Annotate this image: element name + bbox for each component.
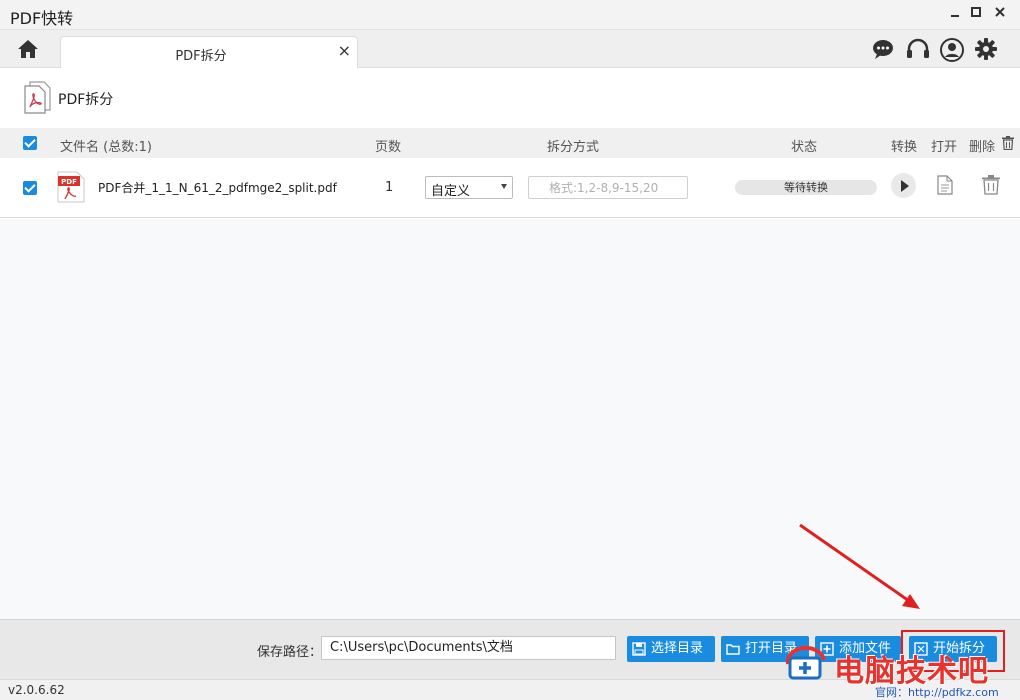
close-window-button[interactable] — [991, 6, 1009, 24]
folder-icon — [726, 644, 740, 655]
col-status: 状态 — [791, 140, 818, 155]
title-bar: PDF快转 — [0, 0, 1020, 30]
svg-text:PDF: PDF — [61, 178, 77, 186]
maximize-icon — [971, 7, 981, 17]
trash-icon[interactable] — [982, 175, 1000, 195]
page-header: PDF拆分 — [0, 68, 1020, 128]
save-path-field[interactable]: C:\Users\pc\Documents\文档 — [321, 636, 616, 660]
settings-button[interactable] — [975, 38, 997, 60]
tab-bar: PDF拆分 × — [0, 30, 1020, 68]
select-dir-button[interactable]: 选择目录 — [627, 636, 715, 662]
status-progress: 等待转换 — [735, 180, 877, 195]
col-convert: 转换 — [891, 140, 918, 155]
page-title: PDF拆分 — [58, 92, 114, 108]
app-title: PDF快转 — [10, 9, 74, 28]
pdf-split-icon — [24, 81, 51, 114]
watermark: 电脑技术吧 — [778, 640, 1018, 690]
pdf-file-icon: PDF — [57, 171, 85, 203]
col-pages: 页数 — [375, 140, 402, 155]
page-format-input[interactable] — [528, 176, 688, 199]
user-icon — [940, 38, 964, 62]
select-all-checkbox[interactable] — [23, 136, 37, 150]
col-open: 打开 — [931, 140, 958, 155]
tab-label: PDF拆分 — [175, 49, 227, 64]
chat-button[interactable] — [872, 38, 894, 60]
home-icon — [18, 40, 38, 58]
file-name: PDF合并_1_1_N_61_2_pdfmge2_split.pdf — [98, 181, 337, 195]
table-row[interactable]: PDF PDF合并_1_1_N_61_2_pdfmge2_split.pdf 1… — [0, 158, 1020, 218]
watermark-text: 电脑技术吧 — [834, 654, 989, 689]
minimize-button[interactable] — [946, 6, 964, 24]
split-method-select[interactable]: 自定义 — [425, 176, 513, 199]
watermark-logo-icon — [785, 645, 826, 680]
save-icon — [632, 642, 646, 656]
open-file-icon[interactable] — [937, 175, 953, 195]
select-dir-label: 选择目录 — [651, 641, 704, 656]
row-checkbox[interactable] — [23, 181, 37, 195]
col-delete: 删除 — [969, 140, 996, 155]
page-count: 1 — [385, 180, 394, 195]
headset-icon — [907, 38, 929, 58]
minimize-icon — [951, 15, 959, 17]
table-header: 文件名 (总数:1) 页数 拆分方式 状态 转换 打开 删除 — [0, 128, 1020, 158]
col-filename: 文件名 (总数:1) — [60, 140, 152, 155]
chevron-down-icon — [501, 184, 507, 189]
chat-icon — [873, 40, 893, 59]
delete-all-icon[interactable] — [1002, 136, 1014, 150]
save-path-label: 保存路径： — [257, 645, 323, 660]
maximize-button[interactable] — [967, 6, 985, 24]
tab-pdf-split[interactable]: PDF拆分 × — [60, 36, 358, 68]
gear-icon — [975, 38, 997, 60]
support-button[interactable] — [906, 38, 929, 60]
account-button[interactable] — [940, 38, 964, 62]
split-method-value: 自定义 — [431, 184, 471, 199]
version-text: v2.0.6.62 — [8, 683, 65, 697]
col-method: 拆分方式 — [547, 140, 600, 155]
tab-close-button[interactable]: × — [338, 43, 351, 59]
close-icon — [995, 7, 1005, 17]
convert-play-button[interactable] — [891, 173, 916, 198]
annotation-arrow — [799, 523, 920, 609]
home-button[interactable] — [16, 38, 40, 60]
